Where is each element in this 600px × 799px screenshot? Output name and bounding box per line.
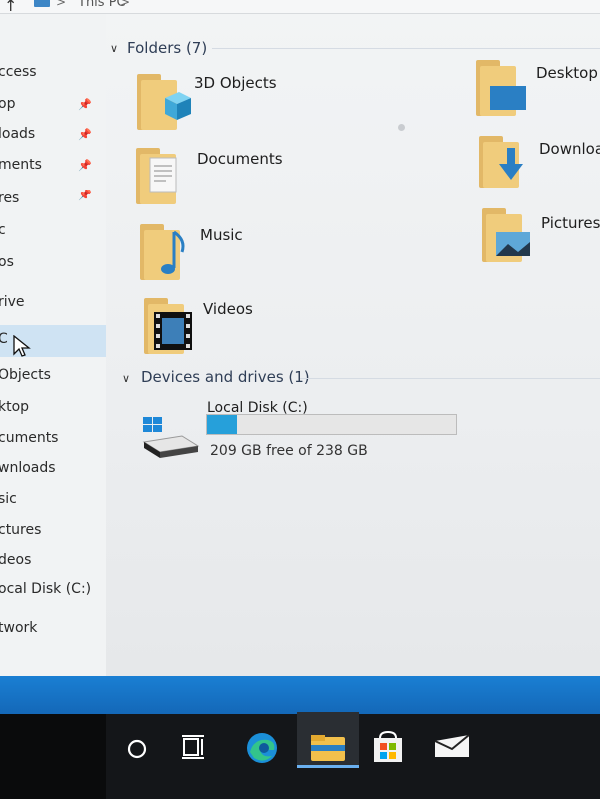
nav-item-quick-access[interactable]: ccess [0,64,106,88]
nav-item-network[interactable]: twork [0,620,106,644]
drive-free-space-text: 209 GB free of 238 GB [210,443,368,459]
screen-bottom-edge [0,676,600,714]
pin-icon[interactable]: 📌 [78,159,92,172]
folder-tile-pictures[interactable]: Pictures [478,206,600,270]
folder-tile-desktop[interactable]: Desktop [472,58,600,122]
breadcrumb-separator[interactable]: > [56,0,66,9]
folder-tile-3d-objects[interactable]: 3D Objects [130,72,370,136]
folder-label: Documents [197,150,283,168]
search-circle-icon[interactable] [124,736,150,762]
pictures-folder-icon [482,208,530,262]
nav-item-music-pc[interactable]: sic [0,491,106,515]
nav-item-label: op [0,96,16,112]
nav-item-local-disk[interactable]: ocal Disk (C:) [0,581,106,605]
section-divider [300,378,600,379]
pin-icon[interactable]: 📌 [78,128,92,141]
collapse-chevron-icon[interactable]: ∨ [122,372,130,385]
up-arrow-icon[interactable]: ↑ [4,0,17,15]
nav-item-label: wnloads [0,460,56,476]
nav-item-label: sic [0,491,17,507]
nav-item-documents[interactable]: ments 📌 [0,157,106,181]
nav-item-label: cuments [0,430,59,446]
breadcrumb-this-pc[interactable]: This PC [78,0,126,10]
folder-label: Desktop [536,64,598,82]
taskbar-bezel [0,714,106,799]
edge-icon[interactable] [244,730,280,766]
documents-folder-icon [136,148,177,204]
music-folder-icon [140,224,185,280]
folders-section-header[interactable]: Folders (7) [127,39,207,57]
section-divider [212,48,600,49]
screen-speck [398,124,405,131]
folder-tile-videos[interactable]: Videos [140,296,380,360]
task-view-icon[interactable] [180,734,210,762]
folder-tile-documents[interactable]: Documents [132,146,372,210]
nav-item-videos[interactable]: os [0,254,106,278]
drive-usage-fill [207,415,238,434]
nav-item-label: Objects [0,367,51,383]
address-bar[interactable]: ↑ > This PC > [0,0,600,15]
nav-item-onedrive[interactable]: rive [0,294,106,318]
file-explorer-icon[interactable] [309,733,347,763]
nav-item-desktop-pc[interactable]: ktop [0,399,106,423]
file-explorer-window: ↑ > This PC > ccess op 📌 loads 📌 ments 📌 re… [0,0,600,676]
nav-item-label: twork [0,620,38,636]
nav-item-label: ktop [0,399,30,415]
nav-item-pictures[interactable]: res 📌 [0,190,106,214]
this-pc-icon [34,0,50,7]
nav-item-desktop[interactable]: op 📌 [0,96,106,120]
mail-icon[interactable] [433,733,471,759]
3d-objects-icon [137,74,191,130]
pin-icon[interactable]: 📌 [78,190,92,201]
folder-label: Downloa [539,140,600,158]
pin-icon[interactable]: 📌 [78,98,92,111]
nav-item-label: ocal Disk (C:) [0,581,92,597]
nav-item-pictures-pc[interactable]: ctures [0,522,106,546]
nav-item-downloads[interactable]: loads 📌 [0,126,106,150]
desktop-folder-icon [476,60,526,116]
devices-section-header[interactable]: Devices and drives (1) [141,368,310,386]
nav-item-label: res [0,190,20,206]
store-icon[interactable] [370,730,406,764]
nav-item-label: ctures [0,522,42,538]
nav-item-label: ments [0,157,42,173]
downloads-folder-icon [479,136,523,188]
folder-label: Videos [203,300,253,318]
nav-item-label: os [0,254,14,270]
nav-item-downloads-pc[interactable]: wnloads [0,460,106,484]
collapse-chevron-icon[interactable]: ∨ [110,42,118,55]
folder-label: Pictures [541,214,600,232]
breadcrumb-separator[interactable]: > [120,0,130,9]
nav-item-label: C [0,331,8,347]
nav-item-label: deos [0,552,32,568]
folder-label: Music [200,226,243,244]
nav-item-label: rive [0,294,25,310]
nav-item-videos-pc[interactable]: deos [0,552,106,576]
folder-tile-downloads[interactable]: Downloa [475,134,600,198]
mouse-cursor-icon [13,335,31,357]
drive-usage-bar [206,414,457,435]
videos-folder-icon [144,298,192,354]
nav-item-documents-pc[interactable]: cuments [0,430,106,454]
nav-item-label: c [0,222,6,238]
folder-tile-music[interactable]: Music [136,222,376,286]
nav-item-label: loads [0,126,36,142]
nav-item-3d-objects[interactable]: Objects [0,367,106,391]
hard-drive-icon [142,417,200,458]
nav-item-label: ccess [0,64,37,80]
folder-label: 3D Objects [194,74,277,92]
nav-item-music[interactable]: c [0,222,106,246]
